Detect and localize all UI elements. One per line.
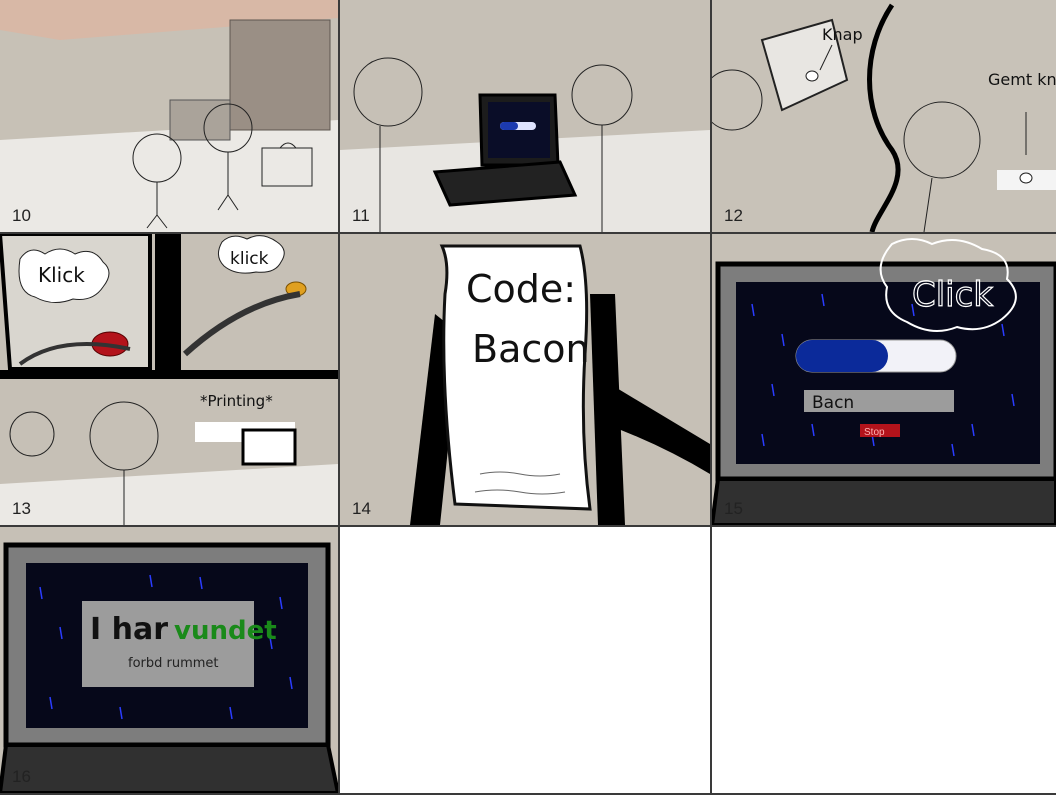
panel-number: 14 [352,499,371,518]
panel-number: 10 [12,206,31,225]
gemt-knap-label: Gemt knap [988,70,1056,89]
panel-14: Code: Bacon 14 [340,234,710,525]
panel-13: Klick klick *Printing* 13 [0,234,338,525]
storyboard-grid: 10 11 Knap Gemt kn 12 Klick klick *Print… [0,0,1056,795]
win-prefix: I har [90,612,168,647]
click-label: Click [912,275,993,315]
win-word: vundet [174,616,277,646]
win-sub: forbd rummet [128,656,219,671]
empty-panel [340,527,710,793]
panel-number: 13 [12,499,31,518]
empty-panel [712,527,1056,793]
panel-number: 16 [12,767,31,786]
grid-divider [0,232,1056,234]
panel-12: Knap Gemt knap 12 [712,0,1056,232]
stop-label: Stop [864,427,885,438]
grid-divider [710,0,712,795]
grid-divider [0,525,1056,527]
panel-13-drawing: Klick klick *Printing* [0,234,338,525]
printing-label: *Printing* [200,392,273,410]
panel-16: I har vundet forbd rummet 16 [0,527,338,793]
panel-11: 11 [340,0,710,232]
panel-number: 11 [352,206,370,225]
input-value: Bacn [812,393,854,413]
panel-10-drawing [0,0,338,232]
panel-number: 12 [724,206,743,225]
code-value: Bacon [472,327,590,371]
knap-label: Knap [822,25,863,44]
panel-12-drawing: Knap Gemt knap [712,0,1056,232]
panel-15: Bacn Stop Click 15 [712,234,1056,525]
panel-11-drawing [340,0,710,232]
panel-15-drawing: Bacn Stop Click [712,234,1056,525]
klick-left: Klick [38,263,85,287]
klick-right: klick [230,249,269,269]
grid-divider [338,0,340,795]
code-title: Code: [466,267,576,311]
panel-10: 10 [0,0,338,232]
panel-16-drawing: I har vundet forbd rummet [0,527,338,793]
panel-14-drawing: Code: Bacon [340,234,710,525]
panel-number: 15 [724,499,743,518]
